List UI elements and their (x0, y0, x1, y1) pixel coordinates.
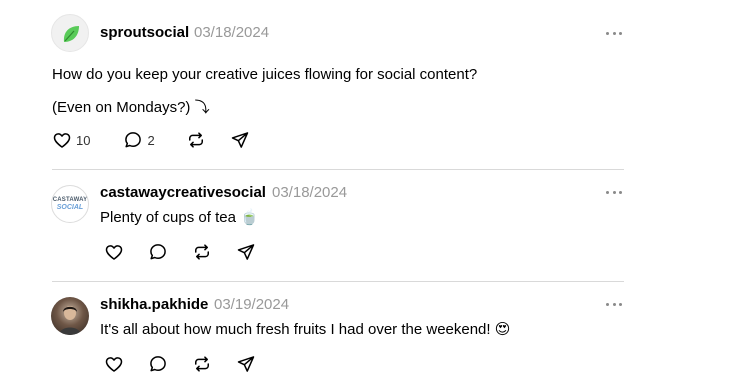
comment-icon (150, 244, 166, 260)
reply-text: It's all about how much fresh fruits I h… (100, 321, 511, 338)
more-icon (606, 302, 609, 306)
username[interactable]: sproutsocial (100, 24, 189, 41)
avatar-sproutsocial[interactable] (51, 14, 89, 52)
share-button[interactable] (230, 130, 250, 150)
share-icon (237, 356, 255, 372)
more-options-button[interactable] (606, 187, 622, 197)
post-text-line-1: How do you keep your creative juices flo… (52, 66, 478, 83)
reply-button[interactable]: 2 (123, 130, 155, 150)
comment-icon (150, 356, 166, 372)
post-actions (104, 354, 256, 374)
more-options-button[interactable] (606, 28, 622, 38)
username[interactable]: castawaycreativesocial (100, 184, 266, 201)
post-date: 03/18/2024 (272, 184, 348, 201)
reply-button[interactable] (148, 242, 168, 262)
castaway-logo-text-top: CASTAWAY (52, 196, 88, 203)
repost-button[interactable] (192, 354, 212, 374)
post-actions: 10 2 (52, 130, 250, 150)
post-sproutsocial: sproutsocial 03/18/2024 How do you keep … (0, 0, 640, 170)
reply-button[interactable] (148, 354, 168, 374)
post-castawaycreativesocial: CASTAWAY SOCIAL castawaycreativesocial 0… (0, 170, 640, 282)
post-text-line-2: (Even on Mondays?) ⤵ (52, 99, 210, 116)
share-icon (237, 244, 255, 260)
comment-icon (125, 132, 142, 148)
repost-button[interactable] (186, 130, 206, 150)
avatar-shikha-pakhide[interactable] (51, 297, 89, 335)
share-button[interactable] (236, 242, 256, 262)
post-date: 03/18/2024 (194, 24, 270, 41)
more-options-button[interactable] (606, 299, 622, 309)
more-icon (606, 31, 609, 35)
repost-icon (188, 132, 203, 148)
castaway-logo-text-bottom: SOCIAL (56, 203, 84, 211)
share-button[interactable] (236, 354, 256, 374)
like-button[interactable]: 10 (52, 130, 90, 150)
repost-button[interactable] (192, 242, 212, 262)
post-date: 03/19/2024 (214, 296, 290, 313)
post-actions (104, 242, 256, 262)
avatar-castawaycreativesocial[interactable]: CASTAWAY SOCIAL (51, 185, 89, 223)
repost-icon (195, 244, 209, 260)
more-icon (606, 190, 609, 194)
heart-icon (105, 357, 123, 372)
leaf-logo-icon (63, 26, 79, 42)
like-button[interactable] (104, 242, 124, 262)
share-icon (231, 132, 248, 148)
heart-icon (105, 245, 123, 260)
reply-count: 2 (147, 132, 155, 148)
username[interactable]: shikha.pakhide (100, 296, 208, 313)
post-shikha-pakhide: shikha.pakhide 03/19/2024 It's all about… (0, 282, 640, 390)
heart-icon (53, 133, 71, 148)
repost-icon (195, 356, 209, 372)
reply-text: Plenty of cups of tea 🍵 (100, 209, 259, 226)
like-count: 10 (76, 132, 91, 148)
like-button[interactable] (104, 354, 124, 374)
profile-photo-icon (59, 306, 81, 335)
